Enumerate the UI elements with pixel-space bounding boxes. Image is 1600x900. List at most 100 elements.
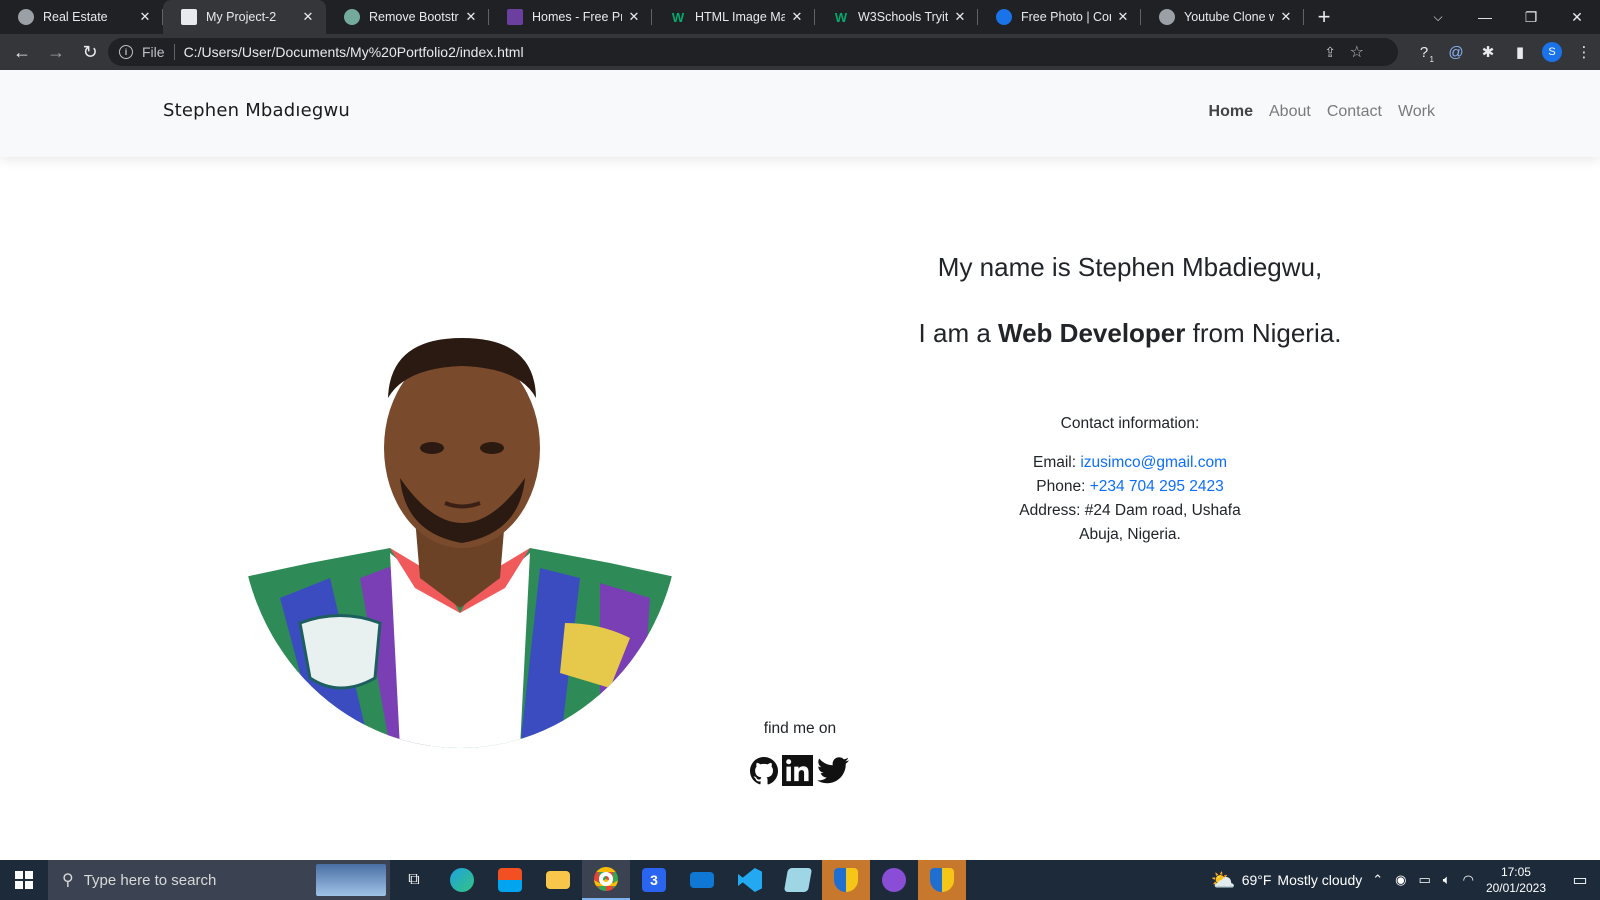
webcam-icon[interactable]: ◉ <box>1395 872 1406 888</box>
site-navbar: Stephen Mbadıegwu Home About Contact Wor… <box>0 70 1600 157</box>
freepik-icon <box>996 9 1012 25</box>
github-desktop-icon[interactable] <box>870 860 918 900</box>
file-explorer-icon[interactable] <box>534 860 582 900</box>
search-highlight-image <box>316 864 386 896</box>
find-me-label: find me on <box>763 720 837 737</box>
site-brand[interactable]: Stephen Mbadıegwu <box>163 100 350 121</box>
wifi-icon[interactable]: ◠ <box>1463 872 1474 888</box>
cloudy-weather-icon: ⛅ <box>1210 869 1236 892</box>
nav-work[interactable]: Work <box>1398 103 1435 121</box>
intro-role: Web Developer <box>998 318 1186 348</box>
tab-title: Remove Bootstrap <box>369 10 459 24</box>
address-line-2: Abuja, Nigeria. <box>1079 526 1181 543</box>
weather-widget[interactable]: ⛅ 69°F Mostly cloudy <box>1211 868 1362 893</box>
forward-arrow-icon[interactable]: → <box>40 36 72 68</box>
tab-real-estate[interactable]: Real Estate ✕ <box>0 0 163 34</box>
volume-icon[interactable]: 🔈︎ <box>1443 872 1451 888</box>
info-icon[interactable]: i <box>119 45 133 59</box>
tab-title: Free Photo | Conta <box>1021 10 1111 24</box>
edge-icon[interactable] <box>438 860 486 900</box>
mail-icon[interactable] <box>678 860 726 900</box>
weather-temp: 69°F <box>1241 872 1272 888</box>
linkedin-icon[interactable] <box>782 755 813 786</box>
intro-line-2: I am a Web Developer from Nigeria. <box>830 316 1430 350</box>
css3-icon[interactable]: 3 <box>630 860 678 900</box>
windows-taskbar: ⚲ Type here to search ⧉ 3 ⛅ 69°F Mostly … <box>0 860 1600 900</box>
share-icon[interactable]: ⇪ <box>1324 44 1336 61</box>
battery-icon[interactable]: ▭ <box>1418 872 1430 888</box>
tab-remove-bootstrap[interactable]: Remove Bootstrap ✕ <box>326 0 489 34</box>
restore-icon[interactable]: ❐ <box>1508 0 1554 34</box>
vscode-icon[interactable] <box>726 860 774 900</box>
extension-icon[interactable]: ? 1 <box>1408 36 1440 68</box>
menu-kebab-icon[interactable]: ⋮ <box>1568 36 1600 68</box>
chrome-icon[interactable] <box>582 860 630 900</box>
task-view-icon[interactable]: ⧉ <box>390 860 438 900</box>
close-window-icon[interactable]: ✕ <box>1554 0 1600 34</box>
close-tab-icon[interactable]: ✕ <box>463 9 479 25</box>
nav-about[interactable]: About <box>1269 103 1311 121</box>
contact-heading: Contact information: <box>1060 415 1200 432</box>
close-tab-icon[interactable]: ✕ <box>300 9 316 25</box>
windows-start-icon[interactable] <box>0 860 48 900</box>
tab-title: HTML Image Maps <box>695 10 785 24</box>
at-sign-extension-icon[interactable]: @ <box>1440 36 1472 68</box>
close-tab-icon[interactable]: ✕ <box>137 9 153 25</box>
globe-icon <box>1159 9 1175 25</box>
github-icon[interactable] <box>750 756 778 785</box>
bookmark-star-icon[interactable]: ☆ <box>1350 42 1364 62</box>
nav-contact[interactable]: Contact <box>1327 103 1382 121</box>
tab-my-project-2[interactable]: My Project-2 ✕ <box>163 0 326 34</box>
twitter-icon[interactable] <box>817 756 849 785</box>
phone-link[interactable]: +234 704 295 2423 <box>1090 478 1224 495</box>
intro-suffix: from Nigeria. <box>1185 318 1342 348</box>
tab-w3schools-tryit[interactable]: W W3Schools Tryit Ed ✕ <box>815 0 978 34</box>
chevron-up-icon[interactable]: ⌃ <box>1372 872 1383 888</box>
close-tab-icon[interactable]: ✕ <box>626 9 642 25</box>
tab-html-image-maps[interactable]: W HTML Image Maps ✕ <box>652 0 815 34</box>
tab-search-chevron-icon[interactable]: ⌵ <box>1423 0 1453 34</box>
extension-badge: 1 <box>1429 55 1434 64</box>
close-tab-icon[interactable]: ✕ <box>952 9 968 25</box>
taskbar-search-placeholder: Type here to search <box>83 871 217 889</box>
side-panel-icon[interactable]: ▮ <box>1504 36 1536 68</box>
profile-avatar[interactable]: S <box>1542 42 1562 62</box>
taskbar-search-box[interactable]: ⚲ Type here to search <box>48 860 390 900</box>
social-links <box>750 755 849 786</box>
puzzle-extensions-icon[interactable]: ✱ <box>1472 36 1504 68</box>
notifications-icon[interactable]: ▭ <box>1560 870 1600 890</box>
close-tab-icon[interactable]: ✕ <box>1115 9 1131 25</box>
back-arrow-icon[interactable]: ← <box>6 36 38 68</box>
address-bar[interactable]: i File C:/Users/User/Documents/My%20Port… <box>108 38 1398 66</box>
contact-phone-row: Phone: +234 704 295 2423 <box>830 475 1430 499</box>
w3schools-icon: W <box>834 9 848 25</box>
intro-prefix: I am a <box>918 318 999 348</box>
tab-title: My Project-2 <box>206 10 277 24</box>
globe-icon <box>18 9 34 25</box>
nav-home[interactable]: Home <box>1209 103 1253 121</box>
favicon-icon <box>507 9 523 25</box>
taskbar-clock[interactable]: 17:05 20/01/2023 <box>1486 864 1546 896</box>
minimize-icon[interactable]: — <box>1462 0 1508 34</box>
webpage: Stephen Mbadıegwu Home About Contact Wor… <box>0 70 1600 860</box>
site-nav-links: Home About Contact Work <box>1209 103 1435 121</box>
close-tab-icon[interactable]: ✕ <box>1278 9 1294 25</box>
profile-photo <box>240 338 680 748</box>
tab-title: Real Estate <box>43 10 108 24</box>
reload-icon[interactable]: ↻ <box>74 36 106 68</box>
extensions-area: ? 1 @ ✱ ▮ S ⋮ <box>1408 34 1600 70</box>
notepad-icon[interactable] <box>774 860 822 900</box>
security-shield-icon-2[interactable] <box>918 860 966 900</box>
close-tab-icon[interactable]: ✕ <box>789 9 805 25</box>
tab-homes-free-prop[interactable]: Homes - Free Prop ✕ <box>489 0 652 34</box>
address-line-1: Address: #24 Dam road, Ushafa <box>1019 502 1241 519</box>
clock-time: 17:05 <box>1500 865 1531 879</box>
tab-title: Homes - Free Prop <box>532 10 622 24</box>
url-text[interactable]: C:/Users/User/Documents/My%20Portfolio2/… <box>184 44 524 60</box>
tab-youtube-clone[interactable]: Youtube Clone with ✕ <box>1141 0 1304 34</box>
store-icon[interactable] <box>486 860 534 900</box>
new-tab-button[interactable]: + <box>1304 0 1344 34</box>
tab-free-photo[interactable]: Free Photo | Conta ✕ <box>978 0 1141 34</box>
email-link[interactable]: izusimco@gmail.com <box>1080 454 1227 471</box>
security-shield-icon[interactable] <box>822 860 870 900</box>
